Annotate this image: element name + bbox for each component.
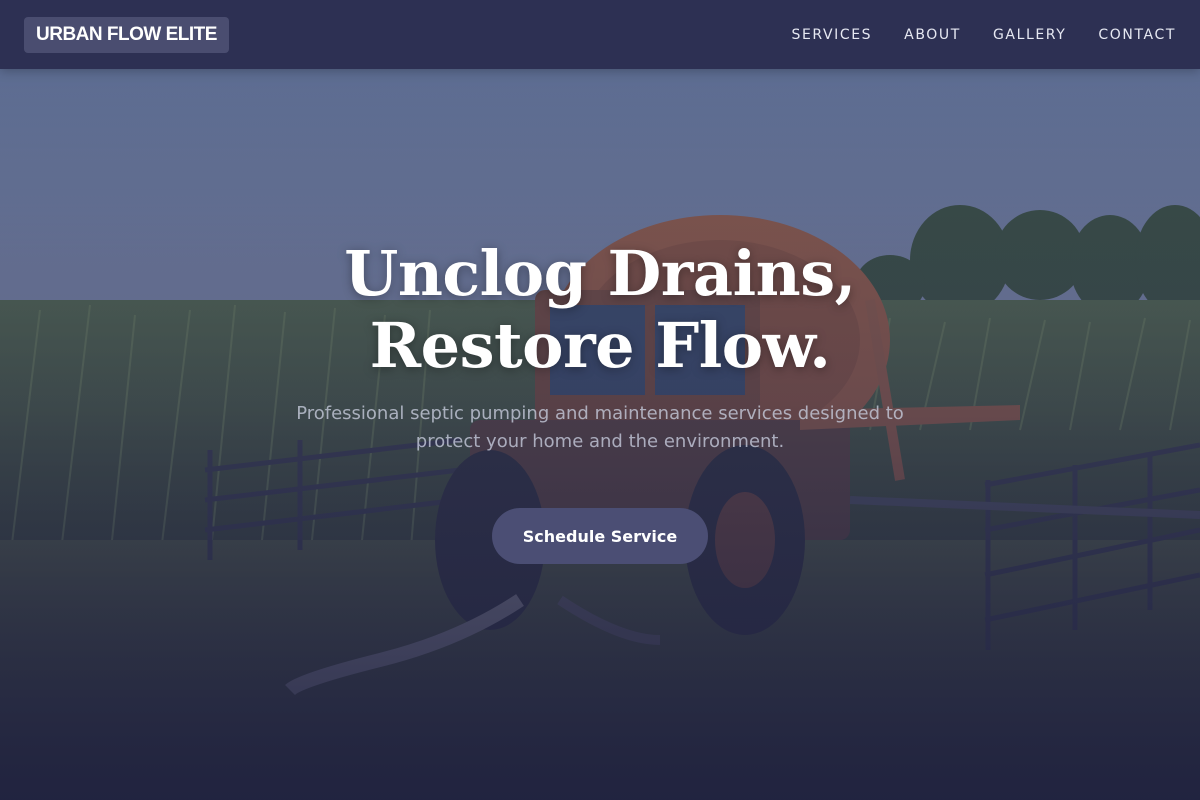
schedule-service-button[interactable]: Schedule Service bbox=[492, 508, 708, 564]
brand-logo[interactable]: URBAN FLOW ELITE bbox=[24, 16, 229, 53]
nav-link-gallery[interactable]: GALLERY bbox=[993, 27, 1066, 43]
main-nav: SERVICES ABOUT GALLERY CONTACT bbox=[759, 27, 1176, 43]
nav-link-about[interactable]: ABOUT bbox=[904, 27, 961, 43]
hero-headline-line-2: Restore Flow. bbox=[369, 309, 831, 382]
hero-headline: Unclog Drains, Restore Flow. bbox=[344, 237, 856, 382]
nav-link-contact[interactable]: CONTACT bbox=[1098, 27, 1176, 43]
hero-content: Unclog Drains, Restore Flow. Professiona… bbox=[0, 238, 1200, 564]
nav-link-services[interactable]: SERVICES bbox=[791, 27, 872, 43]
hero-subtext: Professional septic pumping and maintena… bbox=[296, 403, 904, 452]
navbar: URBAN FLOW ELITE SERVICES ABOUT GALLERY … bbox=[0, 0, 1200, 69]
hero-headline-line-1: Unclog Drains, bbox=[344, 237, 856, 310]
